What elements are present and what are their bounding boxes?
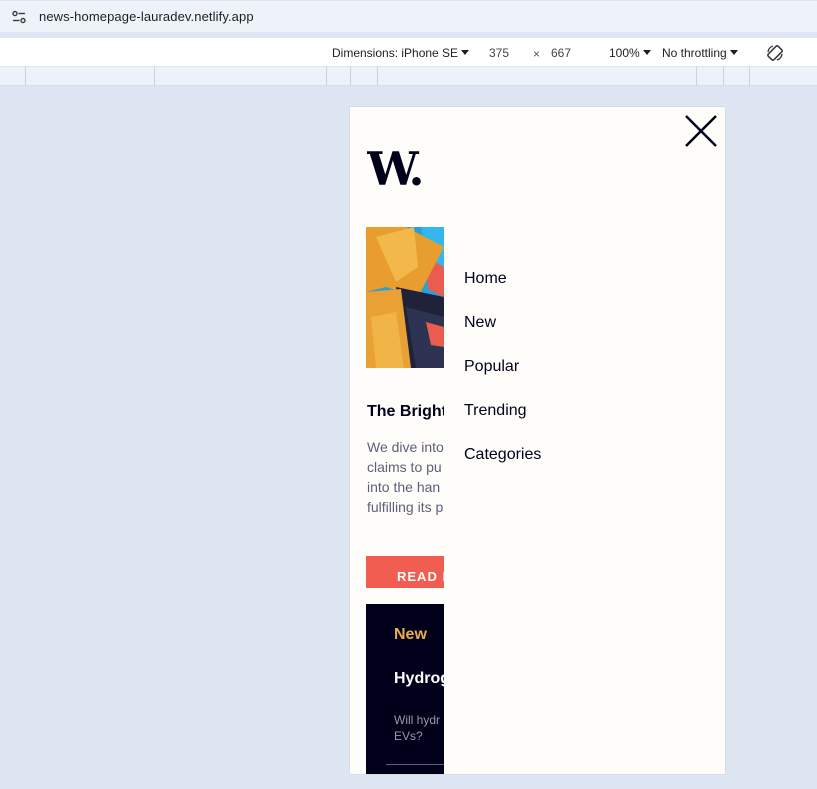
- rotate-icon[interactable]: [765, 43, 785, 63]
- news-homepage: W. The Bright We dive into claims to pu …: [350, 107, 725, 774]
- nav-item-home[interactable]: Home: [464, 269, 541, 313]
- media-query-segment[interactable]: [696, 67, 697, 86]
- logo-text: W.: [367, 147, 422, 191]
- device-dimensions-label: Dimensions: iPhone SE: [332, 46, 459, 60]
- zoom-dropdown[interactable]: 100%: [609, 46, 651, 60]
- media-query-bar: [0, 67, 817, 86]
- zoom-label: 100%: [609, 46, 640, 60]
- hero-image: [366, 227, 444, 368]
- url-text[interactable]: news-homepage-lauradev.netlify.app: [39, 9, 254, 24]
- close-icon: [685, 115, 717, 147]
- site-logo[interactable]: W.: [366, 142, 433, 196]
- mobile-nav: Home New Popular Trending Categories: [464, 269, 541, 489]
- browser-chrome: news-homepage-lauradev.netlify.app: [0, 0, 817, 38]
- media-query-segment[interactable]: [350, 67, 351, 86]
- device-viewport: W. The Bright We dive into claims to pu …: [349, 106, 726, 775]
- height-input[interactable]: 667: [551, 46, 571, 60]
- media-query-segment[interactable]: [377, 67, 378, 86]
- throttling-label: No throttling: [662, 46, 727, 60]
- nav-item-new[interactable]: New: [464, 313, 541, 357]
- chevron-down-icon: [729, 50, 738, 55]
- throttling-dropdown[interactable]: No throttling: [662, 46, 738, 60]
- new-item-title[interactable]: Hydrog: [394, 670, 450, 688]
- nav-item-trending[interactable]: Trending: [464, 401, 541, 445]
- media-query-segment[interactable]: [154, 67, 155, 86]
- device-toolbar: Dimensions: iPhone SE 375 × 667 100% No …: [0, 38, 817, 67]
- site-info-icon[interactable]: [4, 2, 34, 32]
- chevron-down-icon: [642, 50, 651, 55]
- times-sign: ×: [533, 47, 541, 61]
- address-bar[interactable]: news-homepage-lauradev.netlify.app: [0, 1, 817, 32]
- media-query-segment[interactable]: [723, 67, 724, 86]
- media-query-segment[interactable]: [25, 67, 26, 86]
- device-dimensions-dropdown[interactable]: Dimensions: iPhone SE: [332, 46, 470, 60]
- nav-item-categories[interactable]: Categories: [464, 445, 541, 489]
- media-query-segment[interactable]: [749, 67, 750, 86]
- chevron-down-icon: [461, 50, 470, 55]
- nav-item-popular[interactable]: Popular: [464, 357, 541, 401]
- close-menu-button[interactable]: [683, 113, 719, 149]
- media-query-segment[interactable]: [326, 67, 327, 86]
- width-input[interactable]: 375: [489, 46, 509, 60]
- article-headline[interactable]: The Bright: [367, 403, 447, 421]
- new-section-title: New: [394, 626, 427, 643]
